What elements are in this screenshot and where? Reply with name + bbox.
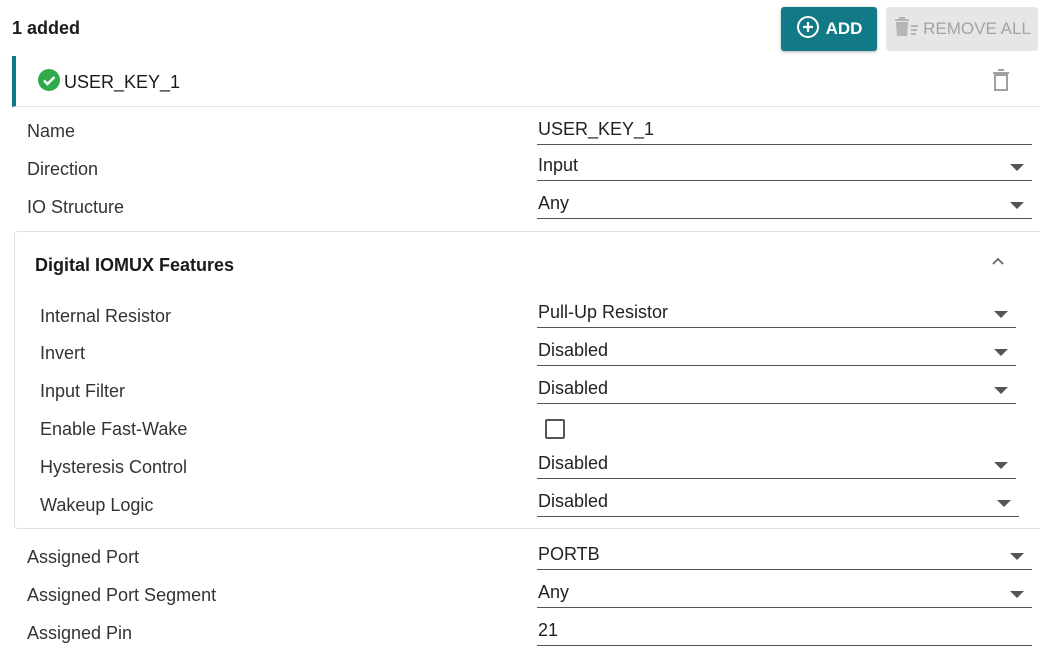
dropdown-caret-icon: [1010, 553, 1024, 560]
remove-all-label: REMOVE ALL: [923, 19, 1031, 38]
check-circle-icon: [38, 69, 60, 96]
io-structure-select[interactable]: Any: [537, 193, 1032, 219]
assigned-pin-field[interactable]: 21: [537, 620, 1032, 646]
item-title-group: USER_KEY_1: [38, 69, 180, 96]
input-filter-select[interactable]: Disabled: [537, 378, 1016, 404]
dropdown-caret-icon: [994, 349, 1008, 356]
add-circle-icon: [796, 15, 820, 44]
assigned-port-select[interactable]: PORTB: [537, 544, 1032, 570]
internal-resistor-select[interactable]: Pull-Up Resistor: [537, 302, 1016, 328]
toolbar: 1 added ADD REMOVE ALL: [0, 0, 1040, 58]
assigned-port-segment-label: Assigned Port Segment: [27, 585, 217, 605]
add-button-label: ADD: [825, 19, 863, 38]
item-header[interactable]: USER_KEY_1: [12, 56, 1040, 107]
hysteresis-control-value: Disabled: [538, 453, 609, 473]
enable-fast-wake-checkbox[interactable]: [545, 419, 565, 439]
direction-value: Input: [538, 155, 579, 175]
name-label: Name: [27, 121, 76, 141]
chevron-up-icon[interactable]: [990, 254, 1006, 272]
name-value: USER_KEY_1: [538, 119, 655, 139]
dropdown-caret-icon: [997, 500, 1011, 507]
item-title: USER_KEY_1: [64, 72, 181, 92]
dropdown-caret-icon: [1010, 202, 1024, 209]
invert-select[interactable]: Disabled: [537, 340, 1016, 366]
wakeup-logic-value: Disabled: [538, 491, 609, 511]
assigned-port-value: PORTB: [538, 544, 600, 564]
wakeup-logic-label: Wakeup Logic: [40, 495, 154, 515]
direction-select[interactable]: Input: [537, 155, 1032, 181]
trash-icon[interactable]: [991, 68, 1011, 97]
dropdown-caret-icon: [1010, 164, 1024, 171]
wakeup-logic-select[interactable]: Disabled: [537, 491, 1019, 517]
assigned-port-label: Assigned Port: [27, 547, 140, 567]
added-count: 1 added: [12, 18, 81, 38]
remove-all-button[interactable]: REMOVE ALL: [886, 7, 1038, 51]
delete-sweep-icon: [893, 16, 919, 43]
input-filter-label: Input Filter: [40, 381, 126, 401]
internal-resistor-value: Pull-Up Resistor: [538, 302, 669, 322]
input-filter-value: Disabled: [538, 378, 609, 398]
io-structure-value: Any: [538, 193, 570, 213]
hysteresis-control-select[interactable]: Disabled: [537, 453, 1016, 479]
io-structure-label: IO Structure: [27, 197, 125, 217]
panel-title: Digital IOMUX Features: [35, 255, 235, 275]
add-button[interactable]: ADD: [781, 7, 877, 51]
invert-value: Disabled: [538, 340, 609, 360]
direction-label: Direction: [27, 159, 99, 179]
dropdown-caret-icon: [994, 387, 1008, 394]
dropdown-caret-icon: [994, 462, 1008, 469]
invert-label: Invert: [40, 343, 86, 363]
assigned-port-segment-select[interactable]: Any: [537, 582, 1032, 608]
hysteresis-control-label: Hysteresis Control: [40, 457, 188, 477]
enable-fast-wake-label: Enable Fast-Wake: [40, 419, 188, 439]
internal-resistor-label: Internal Resistor: [40, 306, 172, 326]
assigned-pin-label: Assigned Pin: [27, 623, 133, 643]
assigned-pin-value: 21: [538, 620, 559, 640]
assigned-port-segment-value: Any: [538, 582, 570, 602]
dropdown-caret-icon: [1010, 591, 1024, 598]
name-field[interactable]: USER_KEY_1: [537, 119, 1032, 145]
dropdown-caret-icon: [994, 311, 1008, 318]
